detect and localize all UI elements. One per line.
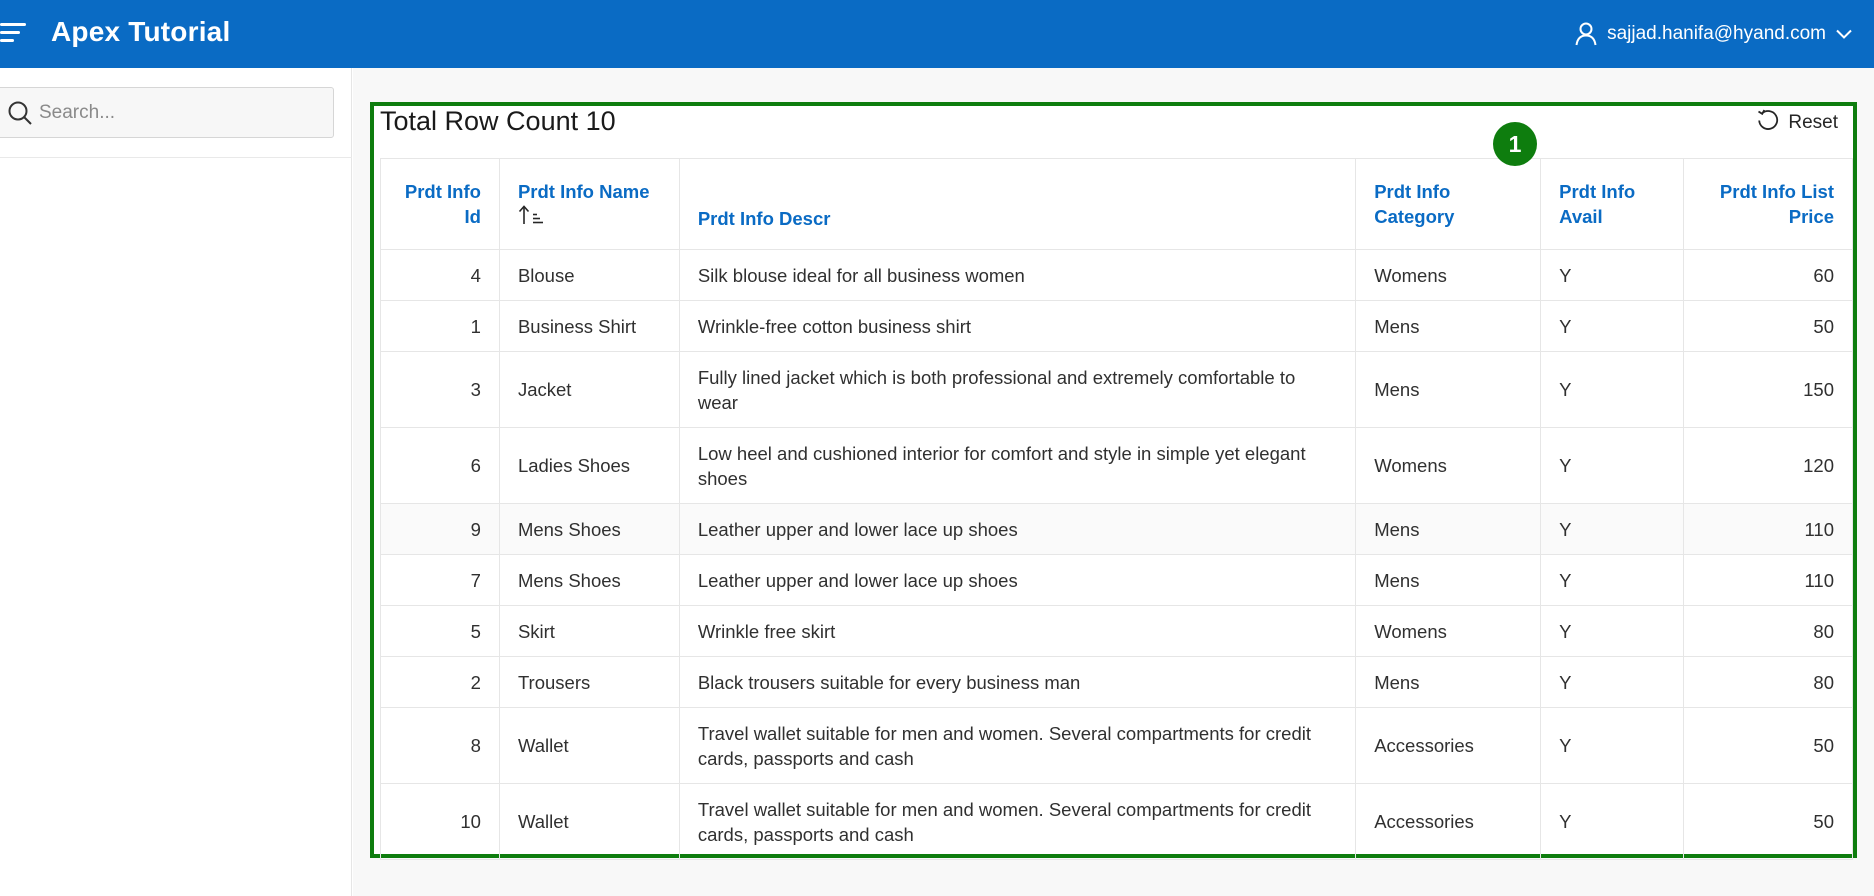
- cell-descr: Low heel and cushioned interior for comf…: [678, 427, 1357, 504]
- cell-name: Skirt: [498, 605, 680, 657]
- cell-id: 3: [380, 351, 500, 428]
- reset-icon: [1756, 108, 1780, 138]
- search-input[interactable]: [39, 96, 319, 130]
- cell-descr: Leather upper and lower lace up shoes: [678, 503, 1357, 555]
- cell-name: Mens Shoes: [498, 503, 680, 555]
- column-header-name[interactable]: Prdt Info Name: [498, 158, 680, 250]
- cell-id: 8: [380, 707, 500, 784]
- cell-name: Blouse: [498, 249, 680, 301]
- cell-id: 7: [380, 554, 500, 606]
- column-header-avail[interactable]: Prdt Info Avail: [1540, 158, 1685, 250]
- app-header: Apex Tutorial sajjad.hanifa@hyand.com: [0, 0, 1874, 68]
- step-badge: 1: [1493, 122, 1537, 166]
- reset-button[interactable]: Reset: [1756, 108, 1838, 138]
- table-row: 1 Business Shirt Wrinkle-free cotton bus…: [380, 300, 1853, 352]
- cell-price: 50: [1683, 783, 1853, 860]
- column-header-list-price[interactable]: Prdt Info List Price: [1683, 158, 1853, 250]
- cell-category: Mens: [1355, 656, 1542, 708]
- cell-id: 6: [380, 427, 500, 504]
- app-title[interactable]: Apex Tutorial: [51, 16, 230, 48]
- cell-name: Mens Shoes: [498, 554, 680, 606]
- cell-descr: Fully lined jacket which is both profess…: [678, 351, 1357, 428]
- cell-price: 150: [1683, 351, 1853, 428]
- table-row: 7 Mens Shoes Leather upper and lower lac…: [380, 554, 1853, 606]
- cell-descr: Leather upper and lower lace up shoes: [678, 554, 1357, 606]
- cell-name: Jacket: [498, 351, 680, 428]
- cell-id: 9: [380, 503, 500, 555]
- table-row: 10 Wallet Travel wallet suitable for men…: [380, 783, 1853, 860]
- cell-avail: Y: [1540, 707, 1685, 784]
- cell-category: Womens: [1355, 249, 1542, 301]
- chevron-down-icon: [1836, 29, 1852, 39]
- table-row: 2 Trousers Black trousers suitable for e…: [380, 656, 1853, 708]
- sort-ascending-icon: [518, 205, 661, 231]
- cell-price: 110: [1683, 554, 1853, 606]
- search-icon: [7, 100, 33, 131]
- cell-category: Accessories: [1355, 707, 1542, 784]
- reset-label: Reset: [1788, 112, 1838, 133]
- report-table: Prdt Info Id Prdt Info Name Prdt Info De…: [380, 158, 1853, 860]
- user-menu[interactable]: sajjad.hanifa@hyand.com: [1575, 18, 1852, 50]
- sidebar: [0, 68, 352, 896]
- cell-price: 50: [1683, 300, 1853, 352]
- table-row: 4 Blouse Silk blouse ideal for all busin…: [380, 249, 1853, 301]
- cell-category: Accessories: [1355, 783, 1542, 860]
- table-row: 3 Jacket Fully lined jacket which is bot…: [380, 351, 1853, 428]
- cell-id: 10: [380, 783, 500, 860]
- cell-avail: Y: [1540, 503, 1685, 555]
- cell-avail: Y: [1540, 427, 1685, 504]
- cell-avail: Y: [1540, 300, 1685, 352]
- cell-avail: Y: [1540, 351, 1685, 428]
- cell-category: Mens: [1355, 351, 1542, 428]
- cell-descr: Travel wallet suitable for men and women…: [678, 707, 1357, 784]
- cell-name: Wallet: [498, 783, 680, 860]
- cell-avail: Y: [1540, 249, 1685, 301]
- cell-descr: Travel wallet suitable for men and women…: [678, 783, 1357, 860]
- cell-descr: Wrinkle-free cotton business shirt: [678, 300, 1357, 352]
- column-header-id[interactable]: Prdt Info Id: [380, 158, 500, 250]
- cell-descr: Wrinkle free skirt: [678, 605, 1357, 657]
- cell-price: 80: [1683, 656, 1853, 708]
- region-title: Total Row Count 10: [380, 106, 616, 136]
- cell-category: Mens: [1355, 300, 1542, 352]
- cell-id: 2: [380, 656, 500, 708]
- column-header-descr[interactable]: Prdt Info Descr: [678, 158, 1357, 250]
- table-row: 5 Skirt Wrinkle free skirt Womens Y 80: [380, 605, 1853, 657]
- cell-price: 80: [1683, 605, 1853, 657]
- cell-avail: Y: [1540, 554, 1685, 606]
- column-header-category[interactable]: Prdt Info Category: [1355, 158, 1542, 250]
- user-email: sajjad.hanifa@hyand.com: [1607, 23, 1826, 44]
- table-row: 8 Wallet Travel wallet suitable for men …: [380, 707, 1853, 784]
- hamburger-icon[interactable]: [0, 21, 28, 45]
- cell-price: 60: [1683, 249, 1853, 301]
- report-region: Total Row Count 10 Reset Prdt Info Id Pr…: [370, 102, 1857, 860]
- cell-name: Business Shirt: [498, 300, 680, 352]
- cell-descr: Silk blouse ideal for all business women: [678, 249, 1357, 301]
- table-row: 6 Ladies Shoes Low heel and cushioned in…: [380, 427, 1853, 504]
- main-content: 1 Total Row Count 10 Reset Prdt Info Id …: [353, 68, 1874, 896]
- cell-id: 5: [380, 605, 500, 657]
- user-icon: [1575, 22, 1597, 46]
- cell-avail: Y: [1540, 783, 1685, 860]
- cell-price: 110: [1683, 503, 1853, 555]
- cell-name: Wallet: [498, 707, 680, 784]
- cell-id: 4: [380, 249, 500, 301]
- cell-name: Ladies Shoes: [498, 427, 680, 504]
- table-header-row: Prdt Info Id Prdt Info Name Prdt Info De…: [380, 158, 1853, 250]
- cell-price: 50: [1683, 707, 1853, 784]
- cell-avail: Y: [1540, 656, 1685, 708]
- cell-descr: Black trousers suitable for every busine…: [678, 656, 1357, 708]
- cell-id: 1: [380, 300, 500, 352]
- cell-avail: Y: [1540, 605, 1685, 657]
- cell-category: Womens: [1355, 605, 1542, 657]
- cell-price: 120: [1683, 427, 1853, 504]
- cell-category: Mens: [1355, 503, 1542, 555]
- cell-name: Trousers: [498, 656, 680, 708]
- search-box[interactable]: [0, 87, 334, 138]
- sidebar-search-area: [0, 68, 352, 158]
- cell-category: Mens: [1355, 554, 1542, 606]
- cell-category: Womens: [1355, 427, 1542, 504]
- table-row: 9 Mens Shoes Leather upper and lower lac…: [380, 503, 1853, 555]
